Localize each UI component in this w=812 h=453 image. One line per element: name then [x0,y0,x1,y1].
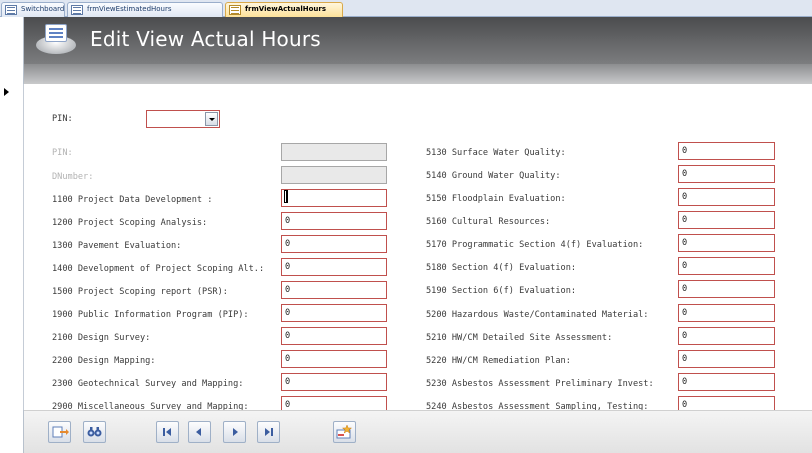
code-5200-field[interactable]: 0 [678,304,775,322]
code-5160-field[interactable]: 0 [678,211,775,229]
document-tab-strip: Switchboard frmViewEstimatedHours frmVie… [0,0,812,17]
new-record-button[interactable] [333,421,356,443]
code-2300-label: 2300 Geotechnical Survey and Mapping: [52,379,244,389]
code-2100-label: 2100 Design Survey: [52,333,151,343]
code-1500-field[interactable]: 0 [281,281,387,299]
code-5130-field[interactable]: 0 [678,142,775,160]
next-record-button[interactable] [223,421,246,443]
open-form-button[interactable] [48,421,71,443]
form-icon [5,5,17,15]
code-1400-label: 1400 Development of Project Scoping Alt.… [52,264,265,274]
text-cursor [285,191,287,202]
code-5230-field[interactable]: 0 [678,373,775,391]
open-form-icon [52,426,69,438]
first-record-button[interactable] [156,421,179,443]
code-5210-label: 5210 HW/CM Detailed Site Assessment: [426,333,613,343]
find-icon [87,427,102,437]
code-5220-label: 5220 HW/CM Remediation Plan: [426,356,571,366]
code-1900-label: 1900 Public Information Program (PIP): [52,310,249,320]
last-record-button[interactable] [257,421,280,443]
code-1100-field[interactable] [281,189,387,207]
code-1200-field[interactable]: 0 [281,212,387,230]
code-1300-label: 1300 Pavement Evaluation: [52,241,182,251]
code-5220-field[interactable]: 0 [678,350,775,368]
tab-switchboard[interactable]: Switchboard [1,2,65,17]
form-header: Edit View Actual Hours [24,17,812,64]
code-5170-field[interactable]: 0 [678,234,775,252]
code-2300-field[interactable]: 0 [281,373,387,391]
find-button[interactable] [83,421,106,443]
tab-label: frmViewActualHours [245,5,326,13]
code-5130-label: 5130 Surface Water Quality: [426,148,566,158]
pin-field[interactable] [281,143,387,161]
code-2200-field[interactable]: 0 [281,350,387,368]
code-1300-field[interactable]: 0 [281,235,387,253]
form-icon [229,5,241,15]
code-5190-label: 5190 Section 6(f) Evaluation: [426,286,577,296]
code-5210-field[interactable]: 0 [678,327,775,345]
header-band [24,64,812,84]
code-5150-field[interactable]: 0 [678,188,775,206]
new-record-icon [336,424,353,439]
previous-record-button[interactable] [188,421,211,443]
tab-frm-view-estimated-hours[interactable]: frmViewEstimatedHours [67,2,223,17]
code-5200-label: 5200 Hazardous Waste/Contaminated Materi… [426,310,649,320]
pin-label: PIN: [52,148,73,158]
page-title: Edit View Actual Hours [90,27,321,51]
code-5160-label: 5160 Cultural Resources: [426,217,551,227]
code-5140-field[interactable]: 0 [678,165,775,183]
tab-label: Switchboard [21,5,65,13]
dnumber-label: DNumber: [52,172,94,182]
form-icon [71,5,83,15]
tab-frm-view-actual-hours[interactable]: frmViewActualHours [225,2,343,17]
next-record-icon [233,428,238,436]
code-1200-label: 1200 Project Scoping Analysis: [52,218,208,228]
code-5180-label: 5180 Section 4(f) Evaluation: [426,263,577,273]
previous-record-icon [196,428,201,436]
code-5140-label: 5140 Ground Water Quality: [426,171,561,181]
record-selector[interactable] [0,84,24,410]
pin-filter-combobox[interactable] [146,110,220,128]
tab-label: frmViewEstimatedHours [87,5,172,13]
code-1900-field[interactable]: 0 [281,304,387,322]
code-5170-label: 5170 Programmatic Section 4(f) Evaluatio… [426,240,644,250]
code-1100-label: 1100 Project Data Development : [52,195,213,205]
code-2100-field[interactable]: 0 [281,327,387,345]
dnumber-field[interactable] [281,166,387,184]
code-1500-label: 1500 Project Scoping report (PSR): [52,287,228,297]
code-5230-label: 5230 Asbestos Assessment Preliminary Inv… [426,379,654,389]
form-logo-icon [36,22,76,58]
code-1400-field[interactable]: 0 [281,258,387,276]
current-record-pointer-icon [4,88,9,96]
code-5150-label: 5150 Floodplain Evaluation: [426,194,566,204]
code-5190-field[interactable]: 0 [678,280,775,298]
form-footer [24,410,812,453]
code-5180-field[interactable]: 0 [678,257,775,275]
chevron-down-icon[interactable] [205,112,218,126]
code-2200-label: 2200 Design Mapping: [52,356,156,366]
pin-filter-label: PIN: [52,114,73,124]
